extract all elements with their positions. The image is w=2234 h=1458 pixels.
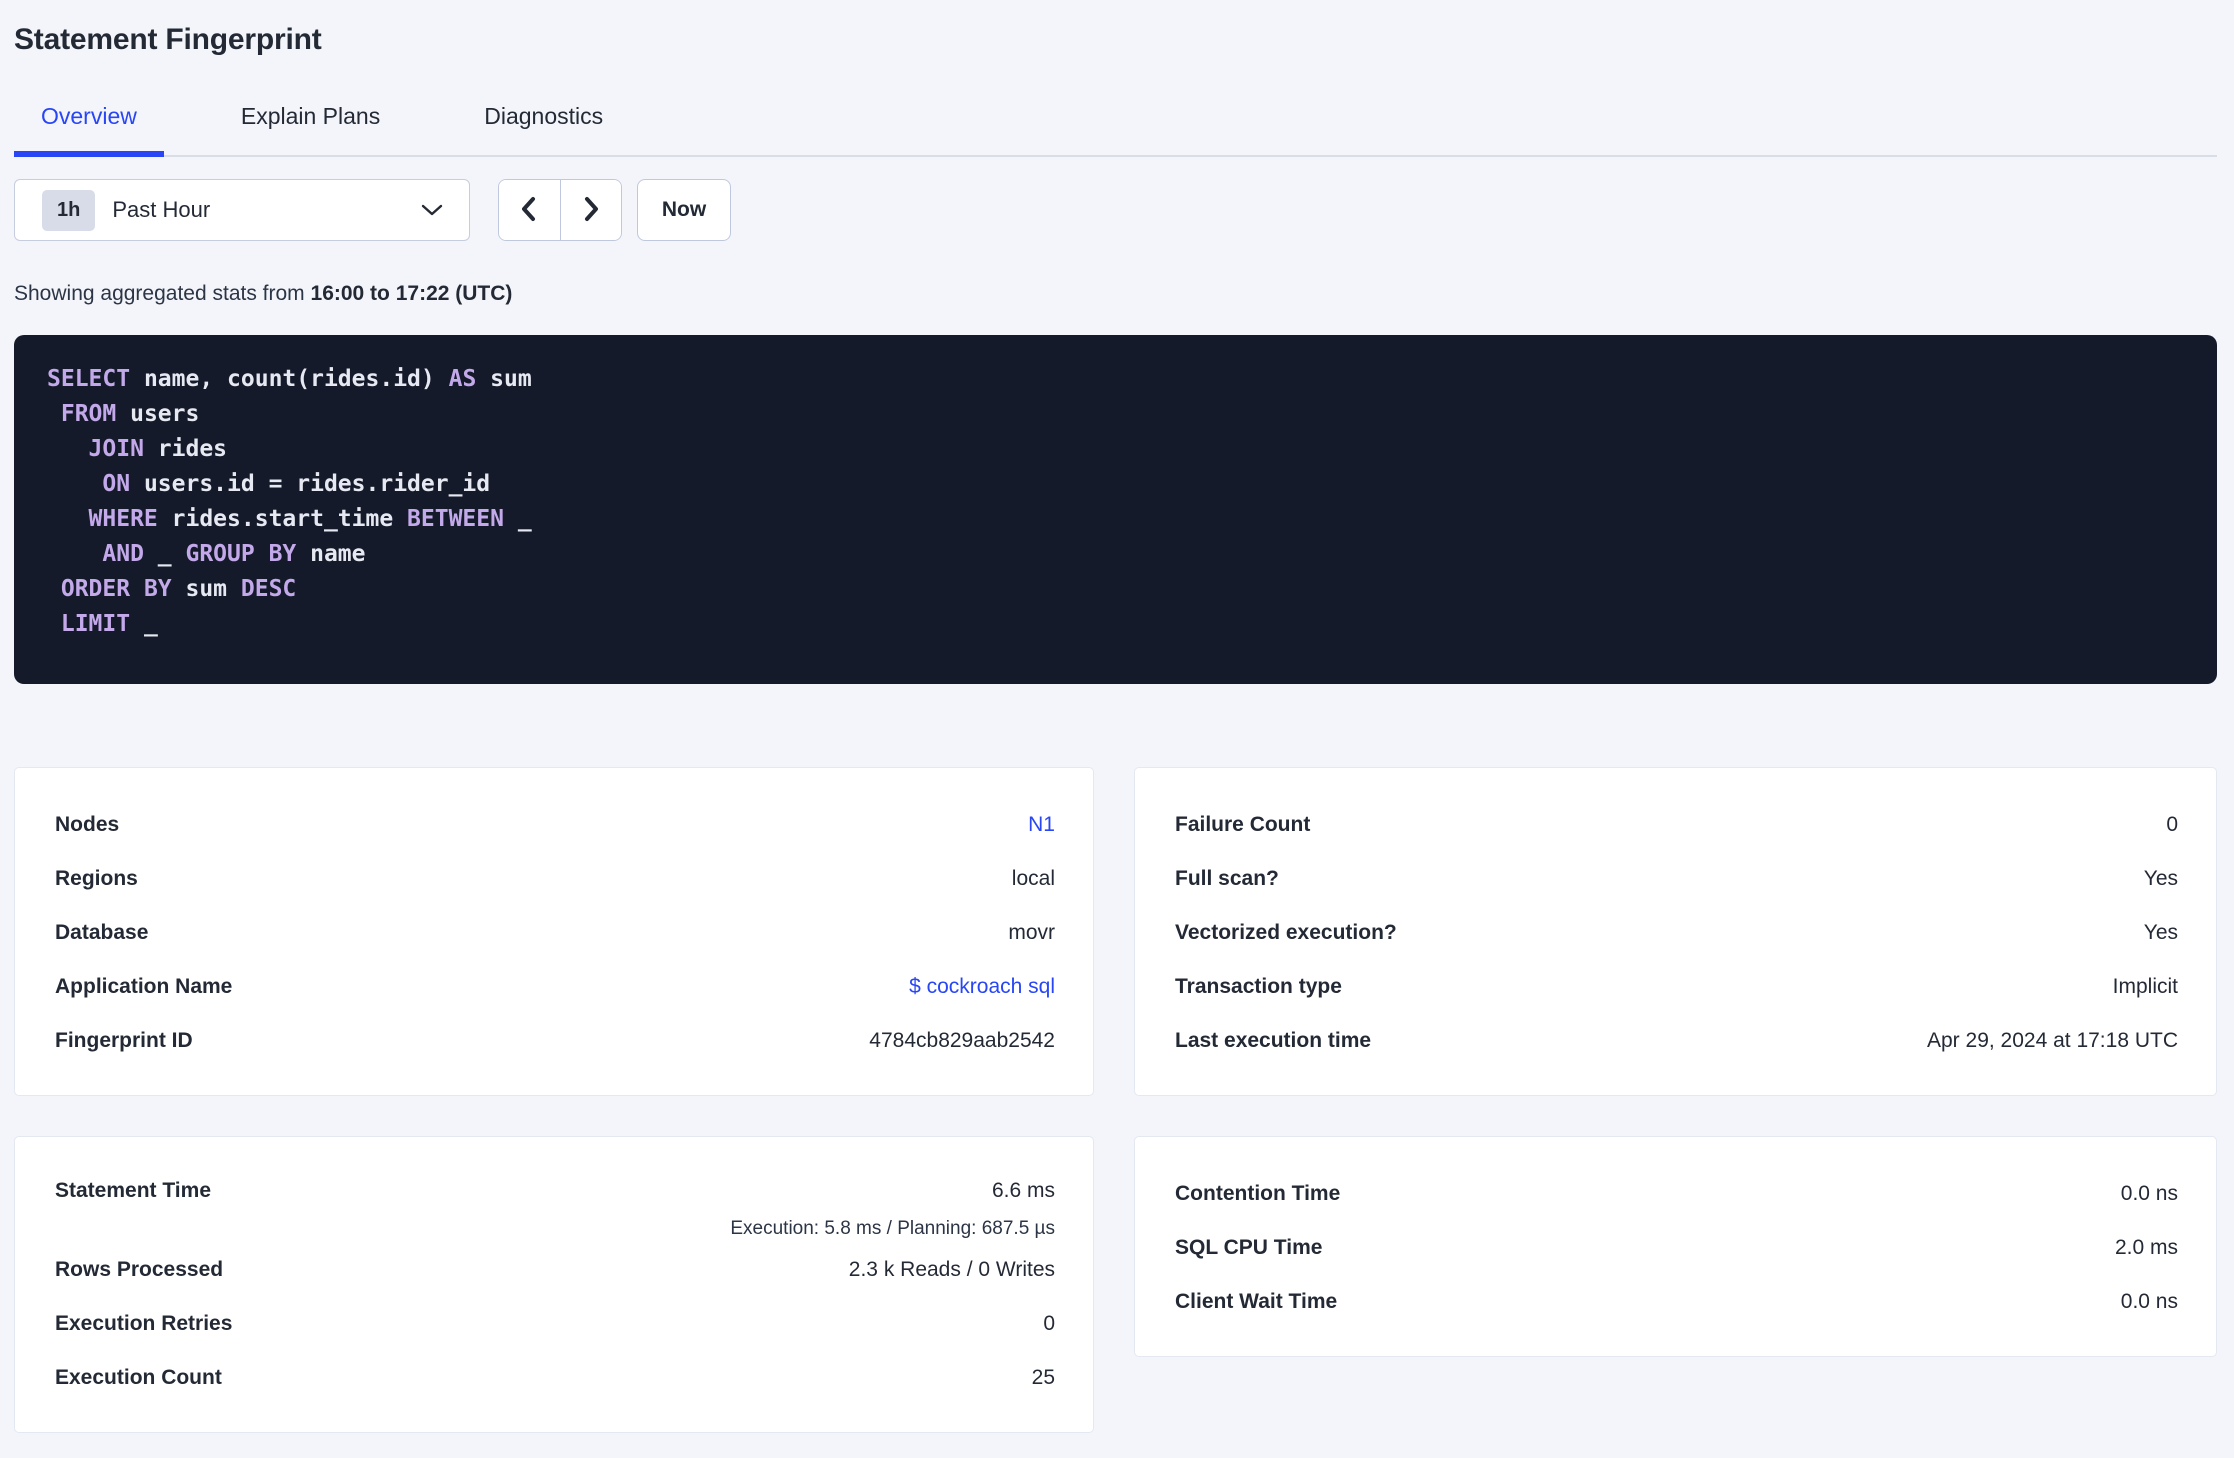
- stat-row: Client Wait Time 0.0 ns: [1175, 1275, 2178, 1329]
- stat-value: 25: [1032, 1366, 1055, 1390]
- stat-row: Regions local: [55, 852, 1055, 906]
- stat-row: Last execution time Apr 29, 2024 at 17:18…: [1175, 1014, 2178, 1068]
- chevron-left-icon: [518, 195, 540, 226]
- time-range-dropdown[interactable]: 1h Past Hour: [14, 179, 470, 241]
- stat-value: Yes: [2144, 921, 2178, 945]
- stat-value: 0.0 ns: [2121, 1182, 2178, 1206]
- stat-label: Full scan?: [1175, 867, 1279, 891]
- sql-line: ON users.id = rides.rider_id: [47, 467, 2197, 502]
- stat-label: Nodes: [55, 813, 119, 837]
- stat-label: Statement Time: [55, 1179, 211, 1203]
- previous-range-button[interactable]: [499, 180, 561, 240]
- stat-value: movr: [1008, 921, 1055, 945]
- stat-label: Failure Count: [1175, 813, 1310, 837]
- stat-label: Regions: [55, 867, 138, 891]
- caption-prefix: Showing aggregated stats from: [14, 282, 311, 305]
- stat-row: Fingerprint ID 4784cb829aab2542: [55, 1014, 1055, 1068]
- wait-time-card: Contention Time 0.0 ns SQL CPU Time 2.0 ms C…: [1134, 1136, 2217, 1357]
- stat-value: Apr 29, 2024 at 17:18 UTC: [1927, 1029, 2178, 1053]
- stat-value-link[interactable]: $ cockroach sql: [909, 975, 1055, 999]
- stat-value: local: [1012, 867, 1055, 891]
- sql-line: FROM users: [47, 397, 2197, 432]
- stat-row: Full scan? Yes: [1175, 852, 2178, 906]
- statement-fingerprint-page: Statement Fingerprint Overview Explain Pl…: [0, 22, 2234, 1433]
- tab-diagnostics[interactable]: Diagnostics: [457, 102, 630, 157]
- sql-line: AND _ GROUP BY name: [47, 537, 2197, 572]
- stat-label: SQL CPU Time: [1175, 1236, 1322, 1260]
- stat-label: Client Wait Time: [1175, 1290, 1337, 1314]
- tab-overview[interactable]: Overview: [14, 102, 164, 157]
- stat-label: Fingerprint ID: [55, 1029, 193, 1053]
- stat-row: Transaction type Implicit: [1175, 960, 2178, 1014]
- stat-value: 0: [1043, 1312, 1055, 1336]
- statement-details-card: Nodes N1 Regions local Database movr Applicati…: [14, 767, 1094, 1096]
- next-range-button[interactable]: [561, 180, 622, 240]
- stat-value: 2.3 k Reads / 0 Writes: [849, 1258, 1055, 1282]
- stat-label: Execution Retries: [55, 1312, 232, 1336]
- details-cards-row: Nodes N1 Regions local Database movr Applicati…: [14, 767, 2217, 1096]
- sql-line: WHERE rides.start_time BETWEEN _: [47, 502, 2197, 537]
- now-button[interactable]: Now: [637, 179, 731, 241]
- timing-cards-row: Statement Time 6.6 ms Execution: 5.8 ms / …: [14, 1136, 2217, 1433]
- execution-attributes-card: Failure Count0Full scan?YesVectorized ex…: [1134, 767, 2217, 1096]
- stat-row: Application Name $ cockroach sql: [55, 960, 1055, 1014]
- time-range-badge: 1h: [42, 190, 95, 231]
- stat-row: Rows Processed 2.3 k Reads / 0 Writes: [55, 1243, 1055, 1297]
- stat-label: Transaction type: [1175, 975, 1342, 999]
- stat-row: Nodes N1: [55, 798, 1055, 852]
- stat-value: 2.0 ms: [2115, 1236, 2178, 1260]
- stat-value: Implicit: [2113, 975, 2178, 999]
- stat-row: Database movr: [55, 906, 1055, 960]
- time-controls: 1h Past Hour Now: [14, 179, 2217, 241]
- sql-line: SELECT name, count(rides.id) AS sum: [47, 362, 2197, 397]
- stat-value: 0: [2166, 813, 2178, 837]
- stat-row: Failure Count 0: [1175, 798, 2178, 852]
- caption-time-range: 16:00 to 17:22 (UTC): [311, 282, 513, 305]
- stat-row: Statement Time 6.6 ms Execution: 5.8 ms / …: [55, 1167, 1055, 1243]
- statement-time-card: Statement Time 6.6 ms Execution: 5.8 ms / …: [14, 1136, 1094, 1433]
- chevron-right-icon: [580, 195, 602, 226]
- sql-statement-text: SELECT name, count(rides.id) AS sum FROM…: [47, 362, 2197, 642]
- stat-value: 0.0 ns: [2121, 1290, 2178, 1314]
- stat-label: Contention Time: [1175, 1182, 1340, 1206]
- aggregated-stats-caption: Showing aggregated stats from 16:00 to 1…: [14, 281, 2217, 307]
- stat-label: Last execution time: [1175, 1029, 1371, 1053]
- sql-line: ORDER BY sum DESC: [47, 572, 2197, 607]
- stat-label: Vectorized execution?: [1175, 921, 1397, 945]
- stat-label: Database: [55, 921, 148, 945]
- stat-label: Rows Processed: [55, 1258, 223, 1282]
- sql-statement-box: SELECT name, count(rides.id) AS sum FROM…: [14, 335, 2217, 684]
- stat-label: Application Name: [55, 975, 232, 999]
- stat-value: 4784cb829aab2542: [869, 1029, 1055, 1053]
- page-title: Statement Fingerprint: [14, 22, 2217, 58]
- stat-sub-value: Execution: 5.8 ms / Planning: 687.5 µs: [55, 1215, 1055, 1243]
- stat-row: Contention Time 0.0 ns: [1175, 1167, 2178, 1221]
- sql-line: JOIN rides: [47, 432, 2197, 467]
- stat-row: SQL CPU Time 2.0 ms: [1175, 1221, 2178, 1275]
- time-range-label: Past Hour: [112, 197, 210, 223]
- stat-label: Execution Count: [55, 1366, 222, 1390]
- stat-value: 6.6 ms: [992, 1179, 1055, 1203]
- tab-bar: Overview Explain Plans Diagnostics: [14, 102, 2217, 157]
- stat-row: Execution Retries 0: [55, 1297, 1055, 1351]
- sql-line: LIMIT _: [47, 607, 2197, 642]
- time-range-arrows: [498, 179, 622, 241]
- tab-explain-plans[interactable]: Explain Plans: [214, 102, 407, 157]
- stat-value-link[interactable]: N1: [1028, 813, 1055, 837]
- stat-row: Vectorized execution? Yes: [1175, 906, 2178, 960]
- stat-value: Yes: [2144, 867, 2178, 891]
- chevron-down-icon: [420, 203, 444, 217]
- stat-row: Execution Count 25: [55, 1351, 1055, 1405]
